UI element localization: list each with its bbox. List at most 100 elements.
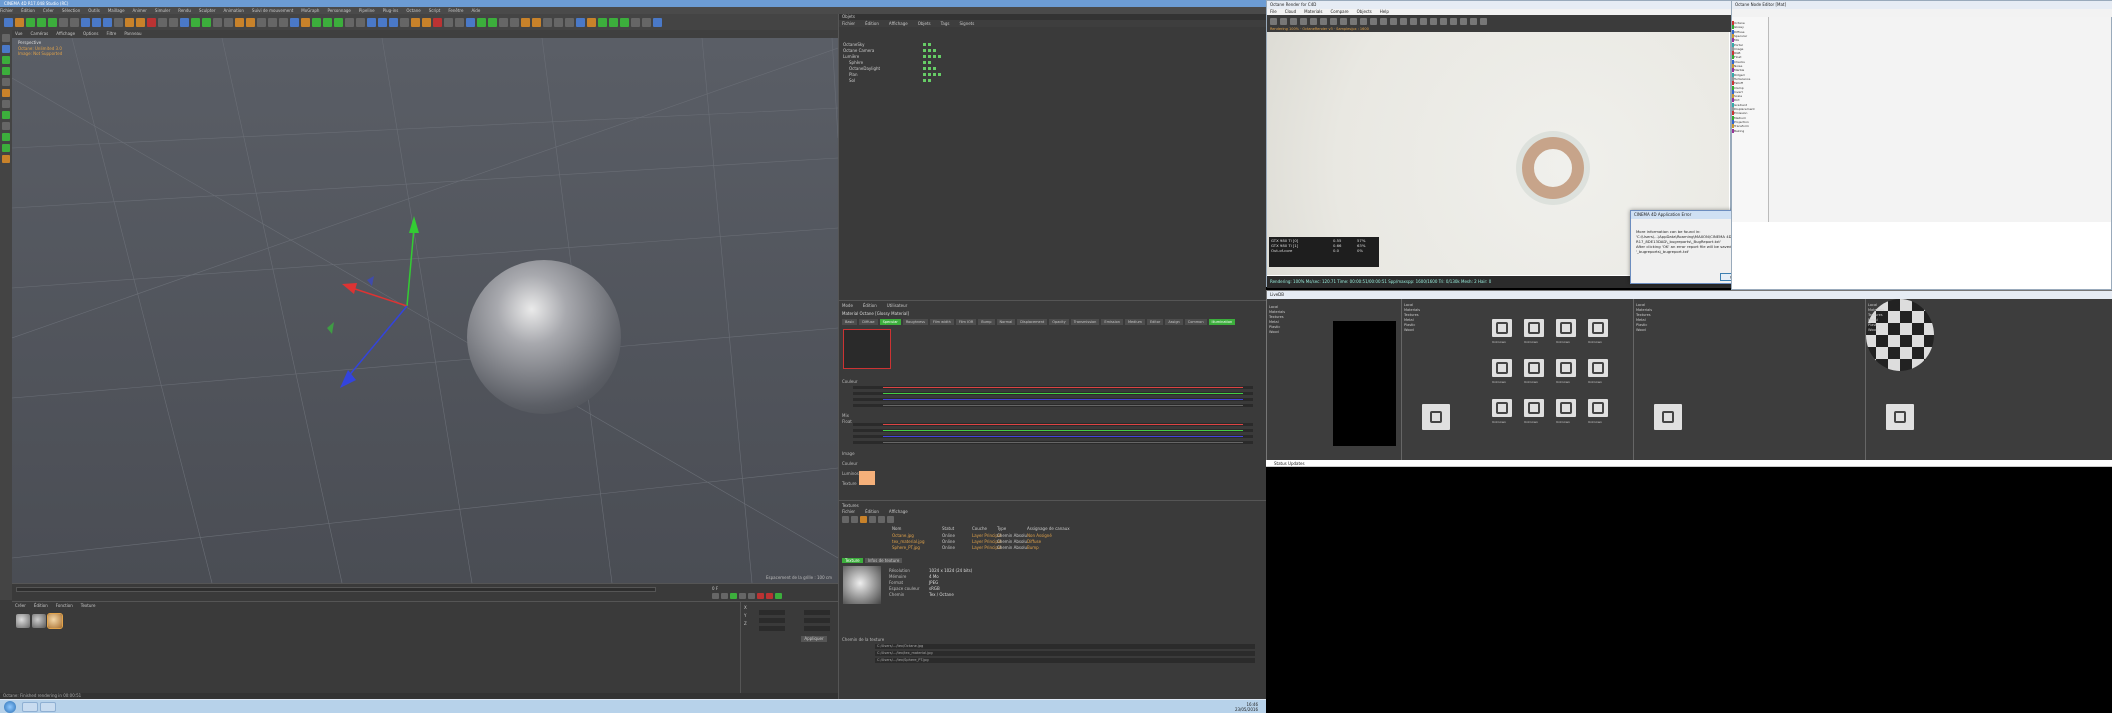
side-tool-icon[interactable] [2, 133, 10, 141]
toolbar-tool-icon[interactable] [345, 17, 354, 27]
tag-icon[interactable] [923, 61, 926, 64]
lock-icon[interactable] [1524, 399, 1544, 417]
tag-icon[interactable] [928, 49, 931, 52]
lock-icon[interactable] [1492, 359, 1512, 377]
sphere-object[interactable] [467, 260, 621, 414]
last-frame-icon[interactable] [748, 593, 755, 599]
toolbar-tool-icon[interactable] [543, 17, 552, 27]
toolbar-tool-icon[interactable] [125, 17, 134, 27]
octane-tool-icon[interactable] [1270, 17, 1277, 25]
toolbar-tool-icon[interactable] [37, 17, 46, 27]
octane-tool-icon[interactable] [1420, 17, 1427, 25]
tag-icon[interactable] [923, 55, 926, 58]
tag-icon[interactable] [923, 43, 926, 46]
column-header[interactable]: Assignage de canaux [1027, 526, 1070, 531]
viewport-menu-item[interactable]: Panneau [124, 31, 141, 36]
tag-icon[interactable] [928, 61, 931, 64]
menu-item[interactable]: Animer [133, 8, 147, 13]
menu-item[interactable]: Outils [88, 8, 100, 13]
lock-icon[interactable] [1556, 319, 1576, 337]
node-canvas[interactable] [1769, 17, 2111, 222]
toolbar-tool-icon[interactable] [169, 17, 178, 27]
menu-item[interactable]: Sculpter [199, 8, 216, 13]
texture-path-field[interactable]: C:/Users/…/tex/Octane.jpg [875, 644, 1255, 649]
toolbar-tool-icon[interactable] [202, 17, 211, 27]
menu-item[interactable]: Créer [43, 8, 54, 13]
tag-icon[interactable] [923, 73, 926, 76]
octane-tool-icon[interactable] [1460, 17, 1467, 25]
toolbar-tool-icon[interactable] [488, 17, 497, 27]
color-slider[interactable] [853, 398, 1253, 401]
texture-row[interactable]: Octane.jpg Online Layer Principal Chemin Ab… [842, 533, 1262, 538]
lock-icon[interactable] [1556, 399, 1576, 417]
tag-icon[interactable] [928, 73, 931, 76]
octane-menu-item[interactable]: Objects [1357, 9, 1372, 14]
toolbar-tool-icon[interactable] [26, 17, 35, 27]
side-tool-icon[interactable] [2, 144, 10, 152]
tab-specular[interactable]: Specular [879, 319, 901, 325]
octane-tool-icon[interactable] [1350, 17, 1357, 25]
tree-item[interactable]: Wood [1269, 330, 1285, 335]
toolbar-tool-icon[interactable] [565, 17, 574, 27]
toolbar-tool-icon[interactable] [180, 17, 189, 27]
color-slider[interactable] [853, 404, 1253, 407]
toolbar-tool-icon[interactable] [433, 17, 442, 27]
column-header[interactable]: Couche [972, 526, 987, 531]
color-slider[interactable] [853, 392, 1253, 395]
toolbar-tool-icon[interactable] [301, 17, 310, 27]
tab-transmission[interactable]: Transmission [1070, 319, 1100, 325]
toolbar-tool-icon[interactable] [444, 17, 453, 27]
menu-item[interactable]: Octane [406, 8, 420, 13]
octane-tool-icon[interactable] [1360, 17, 1367, 25]
color-slider[interactable] [853, 429, 1253, 432]
material-thumb[interactable] [16, 614, 30, 628]
viewport-menu-item[interactable]: Caméras [30, 31, 48, 36]
toolbar-tool-icon[interactable] [114, 17, 123, 27]
octane-menu-item[interactable]: Help [1380, 9, 1389, 14]
texture-icon[interactable] [860, 516, 867, 523]
menu-item[interactable]: Personnage [327, 8, 350, 13]
tab-medium[interactable]: Medium [1124, 319, 1145, 325]
toolbar-tool-icon[interactable] [576, 17, 585, 27]
menu-item[interactable]: Script [429, 8, 441, 13]
tag-icon[interactable] [928, 79, 931, 82]
toolbar-tool-icon[interactable] [455, 17, 464, 27]
toolbar-tool-icon[interactable] [587, 17, 596, 27]
search-icon[interactable] [887, 516, 894, 523]
color-slider[interactable] [853, 441, 1253, 444]
material-menu-item[interactable]: Texture [81, 603, 96, 608]
toolbar-tool-icon[interactable] [554, 17, 563, 27]
texture-menu-item[interactable]: Fichier [842, 509, 855, 514]
apply-button[interactable]: Appliquer [801, 636, 827, 642]
viewport-menu-item[interactable]: Filtre [106, 31, 116, 36]
toolbar-tool-icon[interactable] [290, 17, 299, 27]
toolbar-tool-icon[interactable] [4, 17, 13, 27]
side-tool-icon[interactable] [2, 45, 10, 53]
toolbar-tool-icon[interactable] [422, 17, 431, 27]
tag-icon[interactable] [933, 49, 936, 52]
filter-icon[interactable] [878, 516, 885, 523]
tab-normal[interactable]: Normal [996, 319, 1016, 325]
toolbar-tool-icon[interactable] [653, 17, 662, 27]
object-menu-item[interactable]: Affichage [889, 21, 908, 26]
material-menu-item[interactable]: Créer [15, 603, 26, 608]
octane-tool-icon[interactable] [1450, 17, 1457, 25]
viewport-menu-item[interactable]: Options [83, 31, 98, 36]
octane-tool-icon[interactable] [1340, 17, 1347, 25]
tag-icon[interactable] [933, 67, 936, 70]
side-tool-icon[interactable] [2, 56, 10, 64]
tab-film-width[interactable]: Film width [929, 319, 954, 325]
lock-icon[interactable] [1492, 399, 1512, 417]
menu-item[interactable]: Plug-ins [383, 8, 399, 13]
toolbar-tool-icon[interactable] [70, 17, 79, 27]
toolbar-tool-icon[interactable] [323, 17, 332, 27]
octane-tool-icon[interactable] [1310, 17, 1317, 25]
toolbar-tool-icon[interactable] [15, 17, 24, 27]
lock-icon[interactable] [1588, 359, 1608, 377]
toolbar-tool-icon[interactable] [510, 17, 519, 27]
tree-item[interactable]: Wood [1404, 328, 1420, 333]
toolbar-tool-icon[interactable] [59, 17, 68, 27]
octane-tool-icon[interactable] [1410, 17, 1417, 25]
octane-tool-icon[interactable] [1320, 17, 1327, 25]
toolbar-tool-icon[interactable] [532, 17, 541, 27]
